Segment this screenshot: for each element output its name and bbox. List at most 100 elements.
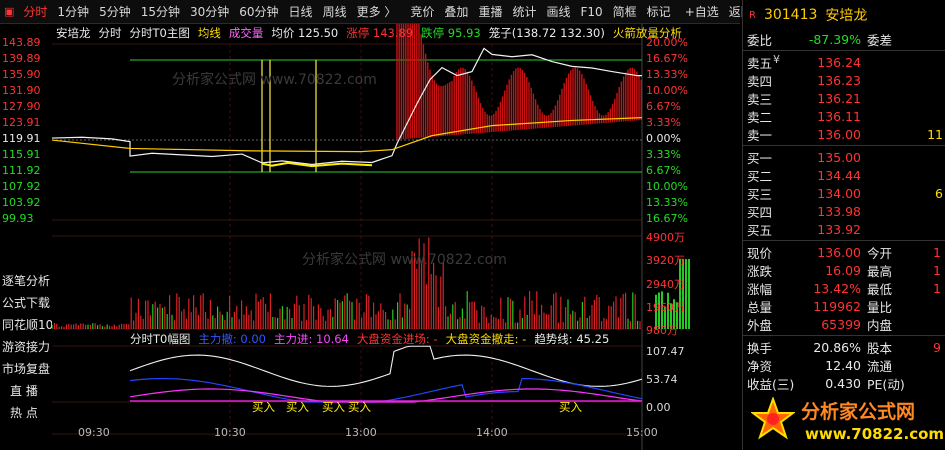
toolbar-button-12[interactable]: 统计 [507, 0, 541, 24]
stats-label: 现价 [743, 243, 783, 262]
bids-label: 买三 [743, 184, 783, 203]
volume-tick-label: 3920万 [646, 252, 685, 268]
toolbar-button-16[interactable]: 标记 [642, 0, 676, 24]
left-nav: 逐笔分析 公式下载 同花顺10 游资接力 市场复盘直 播热 点 [0, 270, 52, 424]
stats-label2: 今开 [861, 243, 911, 262]
stats-label2: 最低 [861, 279, 911, 298]
time-tick-label: 09:30 [78, 426, 110, 439]
stats2-row: 净资 12.40 流通 [743, 356, 945, 374]
leftnav-item-1[interactable]: 公式下载 [0, 292, 52, 314]
toolbar-button-14[interactable]: F10 [575, 0, 607, 24]
volume-tick-label: 1960万 [646, 299, 685, 315]
price-tick-label: 139.89 [2, 52, 54, 65]
asks-row: 卖五 136.24 ¥ [743, 53, 945, 71]
period-toolbar: ▣ 分时 1分钟 5分钟 15分钟 30分钟 60分钟 日线 周线 更多 〉竞价 叠加 重播 统计 画线… [0, 0, 740, 24]
stats-label2: 内盘 [861, 315, 911, 334]
toolbar-button-8[interactable]: 更多 〉 [352, 0, 402, 24]
leftnav-item-2[interactable]: 同花顺10 [0, 314, 52, 336]
time-tick-label: 14:00 [476, 426, 508, 439]
stats-label2: 量比 [861, 297, 911, 316]
stats-list: 现价 136.00 今开 1 涨跌 16.09 最高 1 涨幅 13.42% 最低 1 总量 119962… [743, 243, 945, 333]
sub-chart-header: 分时T0幅图 主力撤: 0.00 主力进: 10.64 大盘资金进场: - 大盘… [130, 331, 609, 347]
sub-tick-label: 107.47 [646, 345, 685, 358]
stats2-label2: 流通 [861, 356, 911, 375]
stats2-list: 换手 20.86% 股本 9 净资 12.40 流通 收益(三) 0.430 PE(动) [743, 338, 945, 392]
divider [743, 240, 945, 241]
quote-panel: R 301413 安培龙 委比 -87.39% 委差 卖五 136.24 ¥ 卖四 13… [742, 0, 945, 450]
toolbar-button-15[interactable]: 简框 [608, 0, 642, 24]
stats-row: 涨幅 13.42% 最低 1 [743, 279, 945, 297]
main-in-value: 主力进: 10.64 [274, 331, 349, 347]
pct-tick-label: 13.33% [646, 196, 696, 209]
toolbar-button-4[interactable]: 30分钟 [185, 0, 234, 24]
toolbar-button-9[interactable]: 竞价 [405, 0, 439, 24]
buy-signal-label: 买入 [559, 399, 582, 415]
stats2-value: 20.86% [783, 340, 861, 355]
menu-icon[interactable]: ▣ [0, 5, 18, 18]
weibi-row: 委比 -87.39% 委差 [743, 30, 945, 48]
stats-value: 65399 [783, 317, 861, 332]
buy-signal-label: 买入 [252, 399, 275, 415]
buy-signal-label: 买入 [286, 399, 309, 415]
volume-label: 成交量 [229, 25, 264, 41]
leftnav-item-4[interactable]: 市场复盘 [0, 358, 52, 380]
leftnav-item-3[interactable]: 游资接力 [0, 336, 52, 358]
price-tick-label: 103.92 [2, 196, 54, 209]
stats-row: 总量 119962 量比 [743, 297, 945, 315]
toolbar-button-7[interactable]: 周线 [318, 0, 352, 24]
price-tick-label: 107.92 [2, 180, 54, 193]
bids-row: 买三 134.00 6 [743, 184, 945, 202]
asks-row: 卖四 136.23 [743, 71, 945, 89]
toolbar-button-5[interactable]: 60分钟 [234, 0, 283, 24]
sub-tick-label: 0.00 [646, 401, 671, 414]
site-logo: 分析家公式网 www.70822.com [743, 385, 945, 450]
bids-price: 134.00 [783, 186, 861, 201]
main-out-value: 主力撤: 0.00 [198, 331, 266, 347]
leftnav-item-5[interactable]: 直 播 [0, 380, 52, 402]
price-tick-label: 135.90 [2, 68, 54, 81]
chart-subtitle: 分时T0主图 [130, 25, 190, 41]
avg-line-label: 均线 [198, 25, 221, 41]
weibi-label: 委比 [743, 30, 783, 49]
bids-price: 135.00 [783, 150, 861, 165]
stats-label2: 最高 [861, 261, 911, 280]
toolbar-button-13[interactable]: 画线 [541, 0, 575, 24]
toolbar-button-2[interactable]: 5分钟 [94, 0, 136, 24]
stats2-label2: 股本 [861, 338, 911, 357]
intraday-chart[interactable]: 分析家公式网 www.70822.com 分析家公式网 www.70822.com… [52, 24, 692, 450]
toolbar-button-10[interactable]: 叠加 [439, 0, 473, 24]
toolbar-button-0[interactable]: 分时 [18, 0, 52, 24]
leftnav-item-0[interactable]: 逐笔分析 [0, 270, 52, 292]
toolbar-button-3[interactable]: 15分钟 [136, 0, 185, 24]
pct-tick-label: 16.67% [646, 52, 696, 65]
stats-label: 涨幅 [743, 279, 783, 298]
chart-header: 安培龙 分时 分时T0主图 均线 成交量 均价 125.50 涨停 143.89… [56, 25, 682, 41]
price-tick-label: 131.90 [2, 84, 54, 97]
stock-name: 安培龙 [825, 5, 867, 25]
pct-tick-label: 3.33% [646, 148, 696, 161]
toolbar-button-17[interactable]: +自选 [680, 0, 724, 24]
asks-price: 136.23 [783, 73, 861, 88]
weicha-label: 委差 [861, 30, 911, 49]
toolbar-button-6[interactable]: 日线 [284, 0, 318, 24]
pct-tick-label: 10.00% [646, 84, 696, 97]
price-tick-label: 123.91 [2, 116, 54, 129]
toolbar-button-11[interactable]: 重播 [473, 0, 507, 24]
stats-value: 136.00 [783, 245, 861, 260]
asks-label: 卖三 [743, 89, 783, 108]
pct-tick-label: 10.00% [646, 180, 696, 193]
bids-label: 买一 [743, 148, 783, 167]
stats-row: 现价 136.00 今开 1 [743, 243, 945, 261]
leftnav-item-6[interactable]: 热 点 [0, 402, 52, 424]
bid-list: 买一 135.00 买二 134.44 买三 134.00 6 买四 133.98 买五 133.9… [743, 148, 945, 238]
stats-value2: 1 [911, 263, 941, 278]
asks-price: 136.11 [783, 109, 861, 124]
bids-label: 买五 [743, 220, 783, 239]
limit-up-value: 涨停 143.89 [346, 25, 413, 41]
trend-value: 趋势线: 45.25 [534, 331, 609, 347]
stats-value: 119962 [783, 299, 861, 314]
divider [743, 335, 945, 336]
asks-volume: 11 [927, 127, 945, 142]
asks-label: 卖二 [743, 107, 783, 126]
toolbar-button-1[interactable]: 1分钟 [52, 0, 94, 24]
